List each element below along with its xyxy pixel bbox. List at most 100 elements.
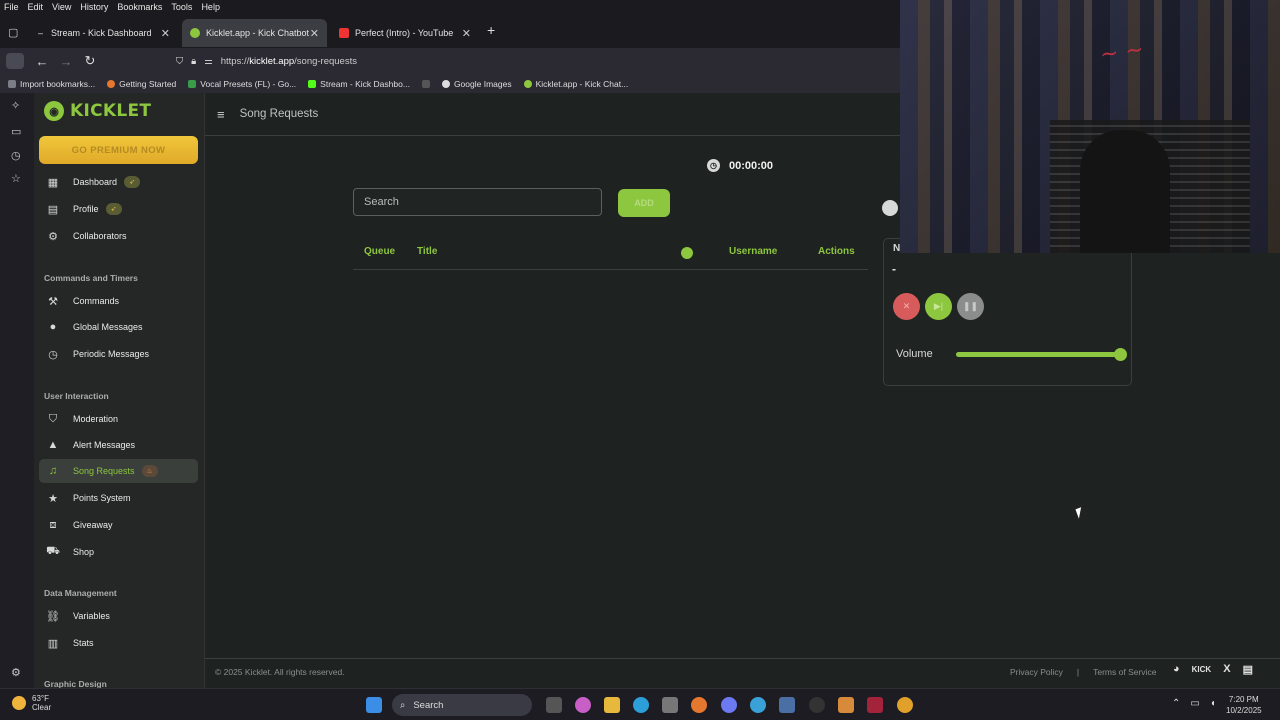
x-icon[interactable]: X xyxy=(1223,663,1230,676)
clock-icon: ◷ xyxy=(707,159,720,172)
tab-youtube[interactable]: Perfect (Intro) - YouTube ✕ xyxy=(331,19,479,47)
firefox-icon[interactable] xyxy=(691,697,707,713)
synced-tabs-icon[interactable]: ▭ xyxy=(11,125,21,138)
dzl-icon[interactable] xyxy=(867,697,883,713)
menu-edit[interactable]: Edit xyxy=(28,2,44,12)
chevron-up-icon[interactable]: ⌃ xyxy=(1172,698,1180,709)
bookmark-getting-started[interactable]: Getting Started xyxy=(107,79,176,89)
menu-history[interactable]: History xyxy=(80,2,108,12)
store-icon[interactable] xyxy=(662,697,678,713)
ai-sparkle-icon[interactable]: ✧ xyxy=(11,99,20,112)
sidebar-item-collaborators[interactable]: ⚙ Collaborators xyxy=(39,224,198,248)
app-icon[interactable] xyxy=(779,697,795,713)
copilot-icon[interactable] xyxy=(575,697,591,713)
forward-icon[interactable]: → xyxy=(54,54,78,69)
bookmark-vocal-presets[interactable]: Vocal Presets (FL) - Go... xyxy=(188,79,296,89)
network-icon[interactable]: ▭ xyxy=(1190,698,1199,709)
telegram-icon[interactable] xyxy=(750,697,766,713)
tab-kicklet[interactable]: Kicklet.app - Kick Chatbot and C ✕ xyxy=(182,19,327,47)
gift-icon: ⧈ xyxy=(49,518,57,531)
history-icon[interactable]: ◷ xyxy=(11,149,21,162)
close-icon[interactable]: ✕ xyxy=(161,27,170,40)
kicklet-logo[interactable]: ◉ KICKLET xyxy=(44,101,151,121)
shield-icon[interactable]: ⛉ xyxy=(176,56,183,67)
back-icon[interactable]: ← xyxy=(30,54,54,69)
menu-help[interactable]: Help xyxy=(201,2,220,12)
url-bar[interactable]: ⛉ 🔒︎ ⚌ https://kicklet.app/song-requests xyxy=(176,51,906,71)
sidebar-item-moderation[interactable]: ⛉ Moderation xyxy=(39,407,198,431)
menu-tools[interactable]: Tools xyxy=(171,2,192,12)
privacy-policy-link[interactable]: Privacy Policy xyxy=(1010,667,1063,677)
permissions-icon[interactable]: ⚌ xyxy=(204,56,213,67)
url-text[interactable]: https://kicklet.app/song-requests xyxy=(221,56,357,67)
sidebar-item-label: Profile xyxy=(73,204,99,214)
warning-icon: ▲ xyxy=(47,439,59,451)
close-icon[interactable]: ✕ xyxy=(310,27,319,40)
menu-file[interactable]: File xyxy=(4,2,19,12)
sidebar-item-stats[interactable]: ▥ Stats xyxy=(39,631,198,655)
sidebar-toggle-icon[interactable] xyxy=(6,53,24,69)
screen: File Edit View History Bookmarks Tools H… xyxy=(0,0,1280,720)
reload-icon[interactable]: ↻ xyxy=(78,53,102,69)
docs-icon[interactable]: ▤ xyxy=(1243,663,1253,676)
volume-label: Volume xyxy=(896,348,933,360)
lock-icon[interactable]: 🔒︎ xyxy=(191,56,196,67)
bookmark-kick-dashboard[interactable]: Stream - Kick Dashbo... xyxy=(308,79,410,89)
weather-widget[interactable]: 63°F Clear xyxy=(12,694,51,712)
collapse-sidebar-icon[interactable]: ≡ xyxy=(217,107,225,122)
sidebar-item-commands[interactable]: ⚒ Commands xyxy=(39,289,198,313)
add-button[interactable]: ADD xyxy=(618,189,670,217)
taskbar-search[interactable]: ⌕ Search xyxy=(392,694,532,716)
sidebar-item-song-requests[interactable]: ♫ Song Requests ♨ xyxy=(39,459,198,483)
close-icon[interactable]: ✕ xyxy=(462,27,471,40)
bookmark-kicklet[interactable]: Kicklet.app - Kick Chat... xyxy=(523,79,628,89)
sidebar-item-dashboard[interactable]: ▦ Dashboard ➶ xyxy=(39,170,198,194)
edge-icon[interactable] xyxy=(633,697,649,713)
column-actions: Actions xyxy=(818,246,855,257)
chrome-icon[interactable] xyxy=(897,697,913,713)
system-clock[interactable]: 7:20 PM 10/2/2025 xyxy=(1226,694,1262,716)
discord-icon[interactable] xyxy=(721,697,737,713)
skip-song-button[interactable]: ▶| xyxy=(925,293,952,320)
speaker-icon[interactable]: ◖ xyxy=(1210,698,1216,709)
s-icon xyxy=(421,79,430,88)
discord-icon[interactable]: ◕ xyxy=(1173,663,1180,676)
sidebar-item-giveaway[interactable]: ⧈ Giveaway xyxy=(39,513,198,537)
star-icon: ★ xyxy=(48,492,58,505)
pause-button[interactable]: ❚❚ xyxy=(957,293,984,320)
tab-kick-dashboard[interactable]: – Stream - Kick Dashboard ✕ xyxy=(30,19,178,47)
bookmark-google-images[interactable]: Google Images xyxy=(441,79,512,89)
bookmarks-star-icon[interactable]: ☆ xyxy=(11,172,21,185)
new-tab-icon[interactable]: + xyxy=(487,22,495,38)
go-premium-button[interactable]: GO PREMIUM NOW xyxy=(39,136,198,164)
remove-song-button[interactable]: ✕ xyxy=(893,293,920,320)
sidebar-item-shop[interactable]: ⛟ Shop xyxy=(39,540,198,564)
cart-icon: ⛟ xyxy=(46,545,60,557)
volume-slider[interactable] xyxy=(956,348,1127,361)
menu-bookmarks[interactable]: Bookmarks xyxy=(117,2,162,12)
player-toggle[interactable] xyxy=(882,200,898,216)
task-view-icon[interactable] xyxy=(546,697,562,713)
obs-icon[interactable] xyxy=(809,697,825,713)
hammer-icon: ⚒ xyxy=(48,295,58,308)
sidebar-item-points-system[interactable]: ★ Points System xyxy=(39,486,198,510)
bookmark-s[interactable] xyxy=(421,79,430,88)
search-input[interactable] xyxy=(353,188,602,216)
social-links: ◕ KICK X ▤ xyxy=(1173,663,1253,676)
bookmark-import[interactable]: Import bookmarks... xyxy=(8,79,95,89)
terms-of-service-link[interactable]: Terms of Service xyxy=(1093,667,1156,677)
sidebar-item-profile[interactable]: ▤ Profile ➶ xyxy=(39,197,198,221)
fl-studio-icon[interactable] xyxy=(838,697,854,713)
sidebar-item-periodic-messages[interactable]: ◷ Periodic Messages xyxy=(39,342,198,366)
volume-handle[interactable] xyxy=(1114,348,1127,361)
sidebar-item-alert-messages[interactable]: ▲ Alert Messages xyxy=(39,433,198,457)
bar-chart-icon: ▥ xyxy=(47,637,59,650)
kick-icon[interactable]: KICK xyxy=(1192,663,1212,676)
windows-start-icon[interactable] xyxy=(366,697,382,713)
tab-overview-icon[interactable]: ▢ xyxy=(8,26,18,39)
settings-gear-icon[interactable]: ⚙ xyxy=(11,666,21,679)
file-explorer-icon[interactable] xyxy=(604,697,620,713)
menu-view[interactable]: View xyxy=(52,2,71,12)
sidebar-item-global-messages[interactable]: ● Global Messages xyxy=(39,315,198,339)
sidebar-item-variables[interactable]: ⛓ Variables xyxy=(39,604,198,628)
